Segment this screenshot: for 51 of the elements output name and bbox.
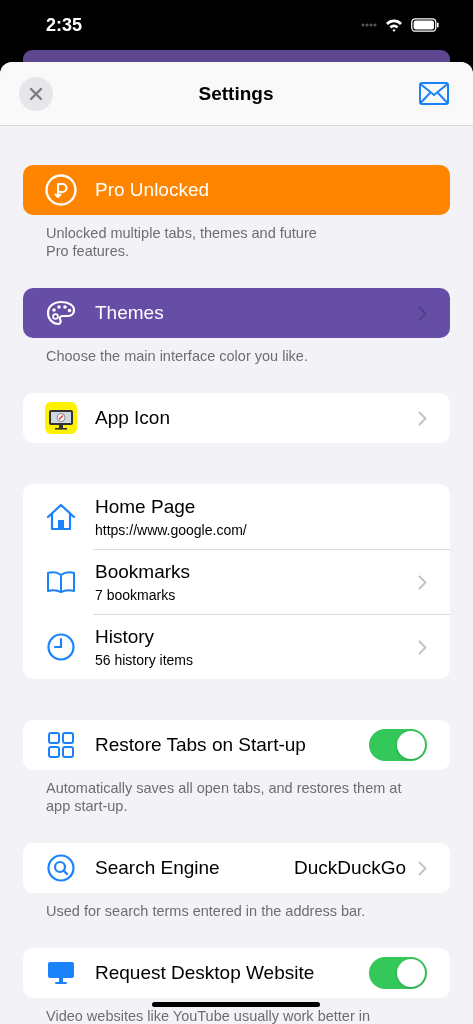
grid-icon — [48, 732, 74, 758]
chevron-icon — [418, 410, 427, 426]
book-icon — [46, 570, 76, 594]
home-icon — [46, 502, 76, 531]
section-footer: Unlocked multiple tabs, themes and future Pro features. — [23, 224, 450, 288]
chevron-icon — [418, 639, 427, 655]
row-detail: 7 bookmarks — [95, 587, 177, 603]
settings-row[interactable]: Request Desktop Website — [23, 948, 450, 998]
row-detail: https://www.google.com/ — [95, 521, 248, 538]
row-label: Request Desktop Website — [95, 962, 316, 984]
row-value: DuckDuckGo — [294, 857, 406, 879]
settings-row[interactable]: Bookmarks 7 bookmarks — [93, 549, 450, 614]
settings-row[interactable]: App Icon — [23, 393, 450, 443]
battery-icon — [411, 18, 439, 32]
close-icon — [29, 86, 43, 101]
settings-row[interactable]: Restore Tabs on Start-up — [23, 720, 450, 770]
settings-row[interactable]: History 56 history items — [93, 614, 450, 679]
row-label: Restore Tabs on Start-up — [95, 734, 307, 756]
monitor-icon — [47, 961, 75, 985]
mail-button[interactable] — [419, 82, 449, 105]
coin-icon — [45, 174, 77, 206]
clock-icon — [47, 633, 75, 661]
screen-title: Settings — [198, 82, 274, 105]
close-button[interactable] — [19, 76, 53, 111]
section-footer: Video websites like YouTube usually work better in — [23, 1007, 450, 1024]
chevron-icon — [418, 860, 427, 876]
search-icon — [47, 854, 75, 882]
row-label: Search Engine — [95, 857, 221, 879]
signal-icon — [361, 23, 377, 27]
section-footer: Used for search terms entered in the address bar. — [23, 902, 450, 948]
toggle-switch[interactable] — [369, 729, 427, 761]
chevron-icon — [418, 305, 427, 321]
row-label: Bookmarks — [95, 561, 192, 583]
settings-row[interactable]: Themes — [23, 288, 450, 338]
row-detail: 56 history items — [95, 652, 195, 668]
row-label: App Icon — [95, 407, 171, 429]
row-label: History — [95, 626, 156, 648]
row-label: Themes — [95, 302, 165, 324]
wifi-icon — [385, 18, 403, 32]
section-footer: Automatically saves all open tabs, and restores them at app start-up. — [23, 779, 450, 843]
section-footer: Choose the main interface color you like. — [23, 347, 450, 393]
row-label: Home Page — [95, 495, 197, 518]
toggle-switch[interactable] — [369, 957, 427, 989]
row-label: Pro Unlocked — [95, 179, 211, 201]
chevron-icon — [418, 574, 427, 590]
settings-row[interactable]: Home Page https://www.google.com/ — [23, 484, 450, 549]
palette-icon — [46, 300, 76, 326]
status-time: 2:35 — [46, 14, 83, 36]
app-icon — [45, 402, 77, 434]
mail-icon — [419, 82, 449, 105]
settings-row[interactable]: Search Engine DuckDuckGo — [23, 843, 450, 893]
